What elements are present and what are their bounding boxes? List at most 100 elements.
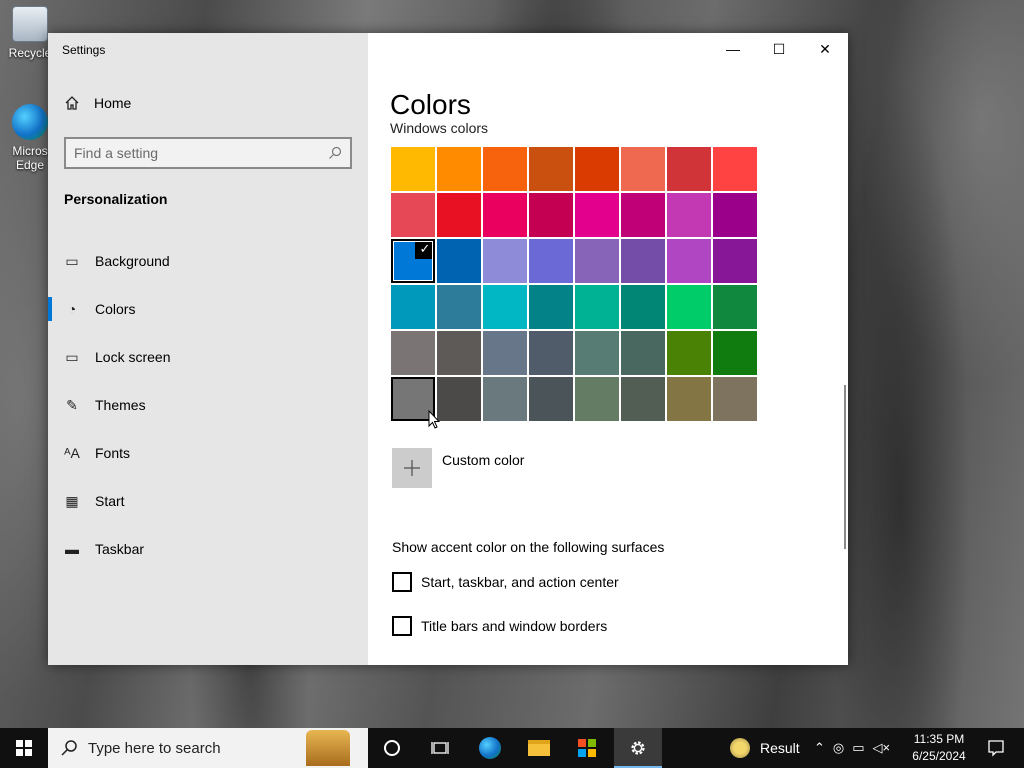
section-heading-personalization: Personalization xyxy=(64,191,168,207)
sidebar-item-label: Background xyxy=(95,253,170,269)
picture-icon: ▭ xyxy=(65,252,79,269)
custom-color-label[interactable]: Custom color xyxy=(442,452,524,468)
color-swatch[interactable] xyxy=(713,377,757,421)
home-nav-item[interactable]: Home xyxy=(64,95,131,111)
sidebar-item-background[interactable]: ▭ Background xyxy=(48,237,368,285)
custom-color-button[interactable] xyxy=(392,448,432,488)
color-swatch[interactable] xyxy=(483,147,527,191)
clock-time: 11:35 PM xyxy=(913,732,965,746)
color-swatch[interactable] xyxy=(667,331,711,375)
task-view-icon xyxy=(431,742,449,754)
color-swatch[interactable] xyxy=(575,377,619,421)
maximize-button[interactable]: ☐ xyxy=(756,33,802,65)
color-swatch[interactable] xyxy=(529,239,573,283)
color-swatch[interactable] xyxy=(575,285,619,329)
color-swatch[interactable] xyxy=(667,285,711,329)
sidebar-item-fonts[interactable]: ᴬA Fonts xyxy=(48,429,368,477)
color-swatch[interactable] xyxy=(621,331,665,375)
microsoft-store-button[interactable] xyxy=(564,728,612,768)
clock[interactable]: 11:35 PM 6/25/2024 xyxy=(908,731,970,765)
sidebar: Settings Home Find a setting Personaliza… xyxy=(48,33,368,665)
notifications-button[interactable] xyxy=(976,728,1016,768)
minimize-button[interactable]: — xyxy=(710,33,756,65)
color-swatch[interactable]: ✓ xyxy=(391,239,435,283)
vertical-scrollbar[interactable] xyxy=(844,385,846,549)
sidebar-item-taskbar[interactable]: ▬ Taskbar xyxy=(48,525,368,573)
color-swatch[interactable] xyxy=(621,377,665,421)
color-swatch[interactable] xyxy=(391,193,435,237)
color-swatch[interactable] xyxy=(483,377,527,421)
edge-icon xyxy=(12,104,48,140)
start-taskbar-checkbox[interactable] xyxy=(392,572,412,592)
start-taskbar-checkbox-row[interactable]: Start, taskbar, and action center xyxy=(392,572,619,592)
color-swatch[interactable] xyxy=(713,193,757,237)
weather-widget[interactable]: Result xyxy=(730,728,800,768)
windows-colors-label: Windows colors xyxy=(390,123,489,136)
color-swatch[interactable] xyxy=(529,331,573,375)
desktop-icon-edge[interactable]: Micros Edge xyxy=(6,104,54,172)
file-explorer-button[interactable] xyxy=(515,728,563,768)
color-swatch[interactable] xyxy=(575,147,619,191)
start-button[interactable] xyxy=(0,728,48,768)
color-swatch[interactable] xyxy=(713,239,757,283)
find-setting-search-input[interactable]: Find a setting xyxy=(64,137,352,169)
color-swatch[interactable] xyxy=(529,193,573,237)
color-swatch[interactable] xyxy=(483,239,527,283)
color-swatch[interactable] xyxy=(713,331,757,375)
mouse-cursor-icon xyxy=(428,410,440,429)
network-icon[interactable]: ▭ xyxy=(852,740,864,756)
color-swatch[interactable] xyxy=(713,285,757,329)
sidebar-item-label: Lock screen xyxy=(95,349,171,365)
search-placeholder: Find a setting xyxy=(74,145,159,161)
color-swatch[interactable] xyxy=(667,377,711,421)
color-swatch[interactable] xyxy=(391,285,435,329)
desktop-icon-recycle-bin[interactable]: Recycle xyxy=(6,6,54,60)
taskbar-settings-button[interactable] xyxy=(614,728,662,768)
desktop-icon-label: Micros Edge xyxy=(12,144,48,172)
sidebar-item-start[interactable]: ▦ Start xyxy=(48,477,368,525)
color-swatch[interactable] xyxy=(667,239,711,283)
sidebar-item-lock-screen[interactable]: ▭ Lock screen xyxy=(48,333,368,381)
sidebar-item-label: Fonts xyxy=(95,445,131,461)
sidebar-item-colors[interactable]: ◔ Colors xyxy=(48,285,368,333)
color-swatch[interactable] xyxy=(621,285,665,329)
color-swatch[interactable] xyxy=(621,147,665,191)
task-view-button[interactable] xyxy=(416,728,464,768)
color-swatch[interactable] xyxy=(437,377,481,421)
search-icon xyxy=(329,146,342,159)
color-swatch[interactable] xyxy=(667,147,711,191)
color-swatch[interactable] xyxy=(437,193,481,237)
color-swatch[interactable] xyxy=(575,331,619,375)
windows-logo-icon xyxy=(16,740,32,756)
color-swatch[interactable] xyxy=(437,147,481,191)
sidebar-item-label: Colors xyxy=(95,301,136,317)
color-swatch[interactable] xyxy=(621,239,665,283)
color-swatch[interactable] xyxy=(483,193,527,237)
close-button[interactable]: ✕ xyxy=(802,33,848,65)
color-swatch[interactable] xyxy=(667,193,711,237)
color-swatch[interactable] xyxy=(391,147,435,191)
color-swatch[interactable] xyxy=(575,193,619,237)
cortana-button[interactable] xyxy=(368,728,416,768)
color-swatch[interactable] xyxy=(391,331,435,375)
color-swatch[interactable] xyxy=(575,239,619,283)
taskbar-search-box[interactable]: Type here to search xyxy=(48,728,368,768)
color-swatch[interactable] xyxy=(437,239,481,283)
color-swatch[interactable] xyxy=(483,285,527,329)
desktop-icon-label: Recycle xyxy=(8,46,52,60)
color-swatch[interactable] xyxy=(621,193,665,237)
volume-muted-icon[interactable]: ◁× xyxy=(873,740,891,756)
color-swatch[interactable] xyxy=(437,331,481,375)
color-swatch[interactable] xyxy=(529,285,573,329)
color-swatch[interactable] xyxy=(529,377,573,421)
color-swatch[interactable] xyxy=(437,285,481,329)
sidebar-item-themes[interactable]: ✎ Themes xyxy=(48,381,368,429)
taskbar-edge-button[interactable] xyxy=(466,728,514,768)
color-swatch[interactable] xyxy=(529,147,573,191)
color-swatch[interactable] xyxy=(713,147,757,191)
title-bars-checkbox-row[interactable]: Title bars and window borders xyxy=(392,616,607,636)
chevron-up-icon[interactable]: ⌃ xyxy=(814,740,825,756)
color-swatch[interactable] xyxy=(483,331,527,375)
webcam-icon[interactable]: ◎ xyxy=(833,740,844,756)
title-bars-checkbox[interactable] xyxy=(392,616,412,636)
